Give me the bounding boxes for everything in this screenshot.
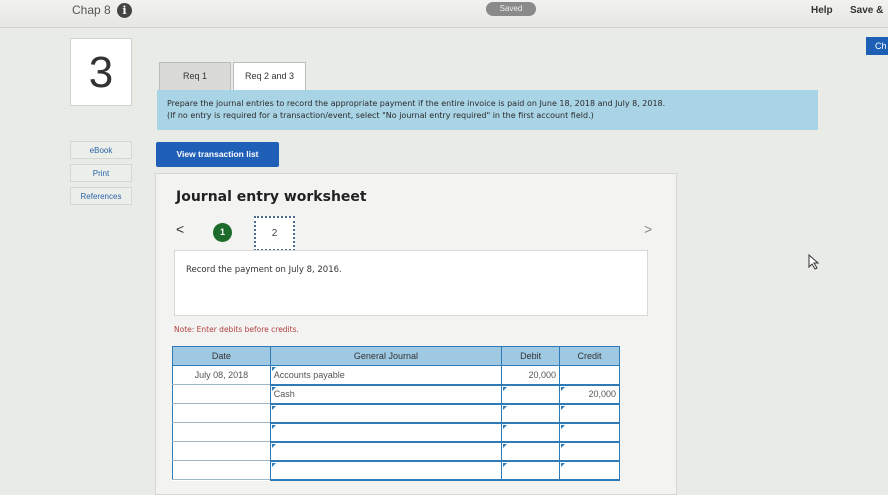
dropdown-marker-icon [271,405,276,410]
view-transaction-list-button[interactable]: View transaction list [156,142,279,167]
debit-cell[interactable]: 20,000 [501,365,561,386]
account-cell[interactable] [269,441,503,462]
dropdown-marker-icon [561,405,566,410]
check-my-work-button[interactable]: Ch [866,37,888,55]
step-2-current-box[interactable]: 2 [254,216,295,251]
credit-cell[interactable] [559,441,620,462]
table-row: July 08, 2018 Accounts payable 20,000 [172,365,620,386]
worksheet-title: Journal entry worksheet [176,189,367,205]
date-cell[interactable] [172,441,271,461]
tab-req-1[interactable]: Req 1 [159,62,231,90]
save-exit-link[interactable]: Save & [850,5,883,16]
dropdown-marker-icon [503,443,508,448]
table-row [172,422,620,443]
tab-req-2-and-3[interactable]: Req 2 and 3 [233,62,306,90]
record-instruction-text: Record the payment on July 8, 2016. [186,265,342,275]
general-journal-column-header: General Journal [269,346,503,366]
date-cell[interactable] [172,460,271,480]
dropdown-marker-icon [561,443,566,448]
info-icon[interactable]: i [117,3,132,18]
credit-cell[interactable]: 20,000 [559,384,620,405]
dropdown-marker-icon [503,462,508,467]
journal-header-row: Date General Journal Debit Credit [172,346,620,366]
help-link[interactable]: Help [811,5,833,16]
dropdown-marker-icon [271,424,276,429]
account-value: Cash [273,389,295,399]
account-value: Accounts payable [273,369,345,380]
ebook-link[interactable]: eBook [70,141,132,159]
mouse-pointer-icon [808,254,820,270]
credit-cell[interactable] [559,460,620,481]
table-row [172,441,620,462]
account-cell[interactable]: Accounts payable [269,365,503,386]
instructions-box: Prepare the journal entries to record th… [157,90,818,130]
debits-before-credits-note: Note: Enter debits before credits. [174,325,299,334]
debit-cell[interactable] [501,384,561,405]
dropdown-marker-icon [271,443,276,448]
table-row [172,403,620,424]
debit-cell[interactable] [501,403,561,424]
journal-table: Date General Journal Debit Credit July 0… [172,346,620,481]
top-bar: Chap 8 i Saved Help Save & [0,0,888,28]
saved-status-badge: Saved [486,2,536,16]
debit-column-header: Debit [501,346,561,366]
debit-cell[interactable] [501,460,561,481]
dropdown-marker-icon [561,424,566,429]
account-cell[interactable] [269,403,503,424]
credit-cell[interactable] [559,365,620,386]
previous-entry-chevron-icon[interactable]: < [176,221,184,237]
credit-column-header: Credit [559,346,620,366]
debit-cell[interactable] [501,441,561,462]
date-cell[interactable] [172,403,271,423]
step-1-complete-badge[interactable]: 1 [213,223,232,242]
account-cell[interactable]: Cash [269,384,503,405]
dropdown-marker-icon [271,386,276,391]
references-link[interactable]: References [70,187,132,205]
dropdown-marker-icon [503,424,508,429]
table-row [172,460,620,481]
date-cell[interactable] [172,422,271,442]
record-instruction-box: Record the payment on July 8, 2016. [174,250,648,316]
dropdown-marker-icon [271,462,276,467]
date-column-header: Date [172,346,271,366]
dropdown-marker-icon [503,386,508,391]
credit-value: 20,000 [588,389,616,399]
account-cell[interactable] [269,422,503,443]
next-entry-chevron-icon[interactable]: > [644,221,652,237]
question-number: 3 [70,38,132,106]
credit-cell[interactable] [559,422,620,443]
print-link[interactable]: Print [70,164,132,182]
debit-cell[interactable] [501,422,561,443]
instructions-line-1: Prepare the journal entries to record th… [167,99,666,108]
dropdown-marker-icon [503,405,508,410]
dropdown-marker-icon [561,386,566,391]
credit-cell[interactable] [559,403,620,424]
chapter-title: Chap 8 [72,3,111,17]
dropdown-marker-icon [271,367,276,371]
dropdown-marker-icon [561,462,566,467]
date-cell[interactable]: July 08, 2018 [172,365,271,385]
account-cell[interactable] [269,460,503,481]
instructions-line-2: (If no entry is required for a transacti… [167,111,594,120]
date-cell[interactable] [172,384,271,404]
table-row: Cash 20,000 [172,384,620,405]
